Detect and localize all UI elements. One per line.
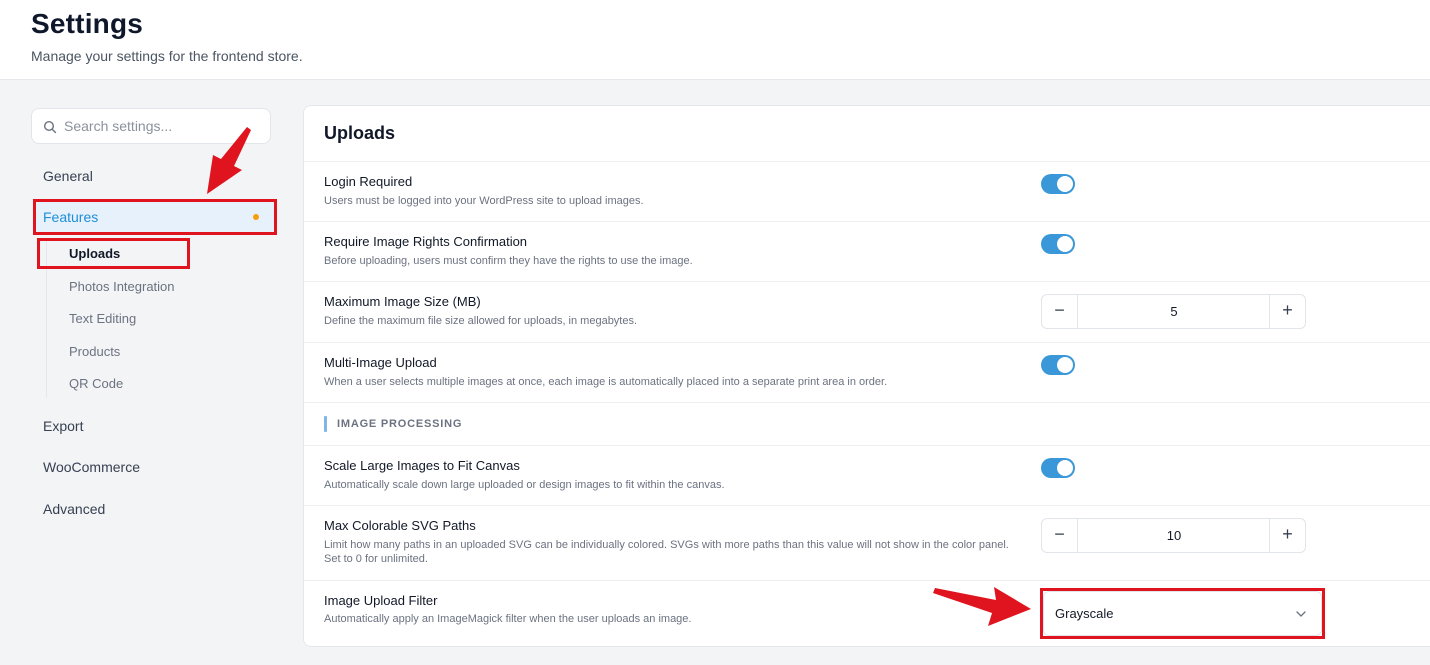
setting-desc-multi-image-upload: When a user selects multiple images at o… [324, 376, 888, 388]
toggle-knob [1057, 357, 1073, 373]
divider [304, 505, 1430, 506]
sidebar-item-features[interactable]: Features [35, 202, 275, 232]
setting-desc-max-image-size: Define the maximum file size allowed for… [324, 315, 638, 327]
decrement-button[interactable]: − [1042, 519, 1078, 552]
sidebar-item-woocommerce[interactable]: WooCommerce [43, 459, 140, 475]
setting-desc-image-rights: Before uploading, users must confirm the… [324, 255, 693, 267]
max-svg-paths-value[interactable]: 10 [1079, 519, 1269, 552]
increment-button[interactable]: + [1269, 295, 1305, 328]
subnav-item-products[interactable]: Products [69, 344, 120, 359]
divider [304, 402, 1430, 403]
setting-desc-max-svg-paths: Limit how many paths in an uploaded SVG … [324, 539, 1009, 565]
image-upload-filter-select[interactable]: Grayscale [1043, 591, 1322, 636]
section-marker [324, 416, 327, 432]
setting-title-image-rights: Require Image Rights Confirmation [324, 234, 528, 249]
divider [304, 580, 1430, 581]
setting-title-multi-image-upload: Multi-Image Upload [324, 355, 437, 370]
sidebar-item-label: Features [43, 209, 99, 225]
max-image-size-stepper: − 5 + [1041, 294, 1306, 329]
setting-title-max-svg-paths: Max Colorable SVG Paths [324, 518, 476, 533]
select-value: Grayscale [1055, 606, 1114, 621]
divider [304, 221, 1430, 222]
setting-title-login-required: Login Required [324, 174, 413, 189]
increment-button[interactable]: + [1269, 519, 1305, 552]
setting-desc-image-upload-filter: Automatically apply an ImageMagick filte… [324, 613, 692, 625]
subnav-item-photos-integration[interactable]: Photos Integration [69, 279, 175, 294]
toggle-knob [1057, 236, 1073, 252]
search-icon [43, 120, 57, 134]
toggle-knob [1057, 460, 1073, 476]
search-input[interactable] [64, 109, 264, 143]
sidebar-item-export[interactable]: Export [43, 418, 83, 434]
setting-title-image-upload-filter: Image Upload Filter [324, 593, 438, 608]
section-heading-image-processing: IMAGE PROCESSING [337, 418, 463, 430]
max-svg-paths-stepper: − 10 + [1041, 518, 1306, 553]
max-image-size-value[interactable]: 5 [1079, 295, 1269, 328]
subnav-item-uploads[interactable]: Uploads [69, 246, 120, 261]
setting-title-max-image-size: Maximum Image Size (MB) [324, 294, 481, 309]
login-required-toggle[interactable] [1041, 174, 1075, 194]
divider [304, 445, 1430, 446]
sidebar-item-general[interactable]: General [43, 168, 93, 184]
decrement-button[interactable]: − [1042, 295, 1078, 328]
status-dot [253, 214, 259, 220]
scale-large-images-toggle[interactable] [1041, 458, 1075, 478]
setting-desc-login-required: Users must be logged into your WordPress… [324, 195, 644, 207]
toggle-knob [1057, 176, 1073, 192]
setting-desc-scale-large-images: Automatically scale down large uploaded … [324, 479, 725, 491]
page-subtitle: Manage your settings for the frontend st… [31, 48, 303, 64]
subnav-item-text-editing[interactable]: Text Editing [69, 311, 136, 326]
image-rights-toggle[interactable] [1041, 234, 1075, 254]
chevron-down-icon [1296, 611, 1306, 617]
settings-search[interactable] [31, 108, 271, 144]
panel-title: Uploads [324, 123, 396, 143]
multi-image-upload-toggle[interactable] [1041, 355, 1075, 375]
divider [304, 161, 1430, 162]
page-title: Settings [31, 8, 144, 39]
page-header: Settings Manage your settings for the fr… [0, 0, 1430, 80]
setting-title-scale-large-images: Scale Large Images to Fit Canvas [324, 458, 520, 473]
divider [304, 342, 1430, 343]
divider [304, 281, 1430, 282]
subnav-item-qr-code[interactable]: QR Code [69, 376, 123, 391]
sidebar-item-advanced[interactable]: Advanced [43, 501, 105, 517]
